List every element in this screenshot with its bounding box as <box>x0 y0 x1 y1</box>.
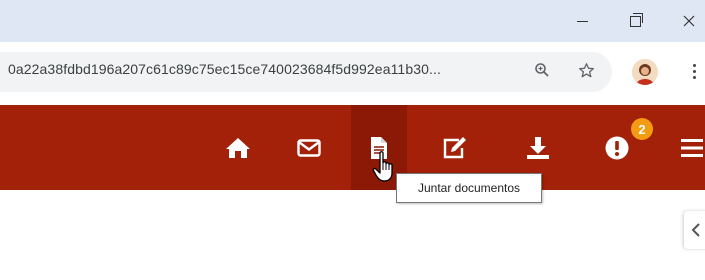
envelope-icon <box>297 138 321 157</box>
hamburger-menu-button[interactable] <box>664 105 705 190</box>
maximize-button[interactable] <box>612 0 658 42</box>
home-button[interactable] <box>210 105 266 190</box>
url-text[interactable]: 0a22a38fdbd196a207c61c89c75ec15ce7400236… <box>8 61 441 77</box>
kebab-dot <box>692 75 696 79</box>
download-icon <box>527 136 549 159</box>
browser-toolbar: 0a22a38fdbd196a207c61c89c75ec15ce7400236… <box>0 42 705 106</box>
side-panel-toggle[interactable] <box>684 211 705 249</box>
zoom-icon <box>535 63 549 77</box>
close-window-button[interactable] <box>666 0 705 42</box>
tooltip: Juntar documentos <box>396 173 542 203</box>
hamburger-menu-icon <box>681 138 703 157</box>
home-icon <box>226 137 250 158</box>
browser-menu-button[interactable] <box>684 58 704 84</box>
messages-button[interactable] <box>281 105 337 190</box>
hand-pointer-cursor-icon <box>372 151 393 182</box>
exclamation-icon <box>605 136 629 159</box>
app-toolbar <box>0 105 705 190</box>
kebab-dot <box>692 69 696 73</box>
chevron-left-icon <box>691 223 700 237</box>
window-titlebar <box>0 0 705 42</box>
bookmark-star-icon <box>578 62 594 77</box>
close-icon <box>683 15 695 27</box>
profile-avatar[interactable] <box>632 59 658 85</box>
minimize-button[interactable] <box>559 0 605 42</box>
notifications-button[interactable] <box>589 105 645 190</box>
zoom-button[interactable] <box>530 58 554 82</box>
bookmark-button[interactable] <box>574 58 598 82</box>
edit-icon <box>443 136 466 158</box>
restore-icon <box>629 12 643 27</box>
avatar-image <box>632 59 658 85</box>
notification-badge: 2 <box>631 118 653 140</box>
minimize-icon <box>576 20 588 22</box>
kebab-dot <box>692 63 696 67</box>
